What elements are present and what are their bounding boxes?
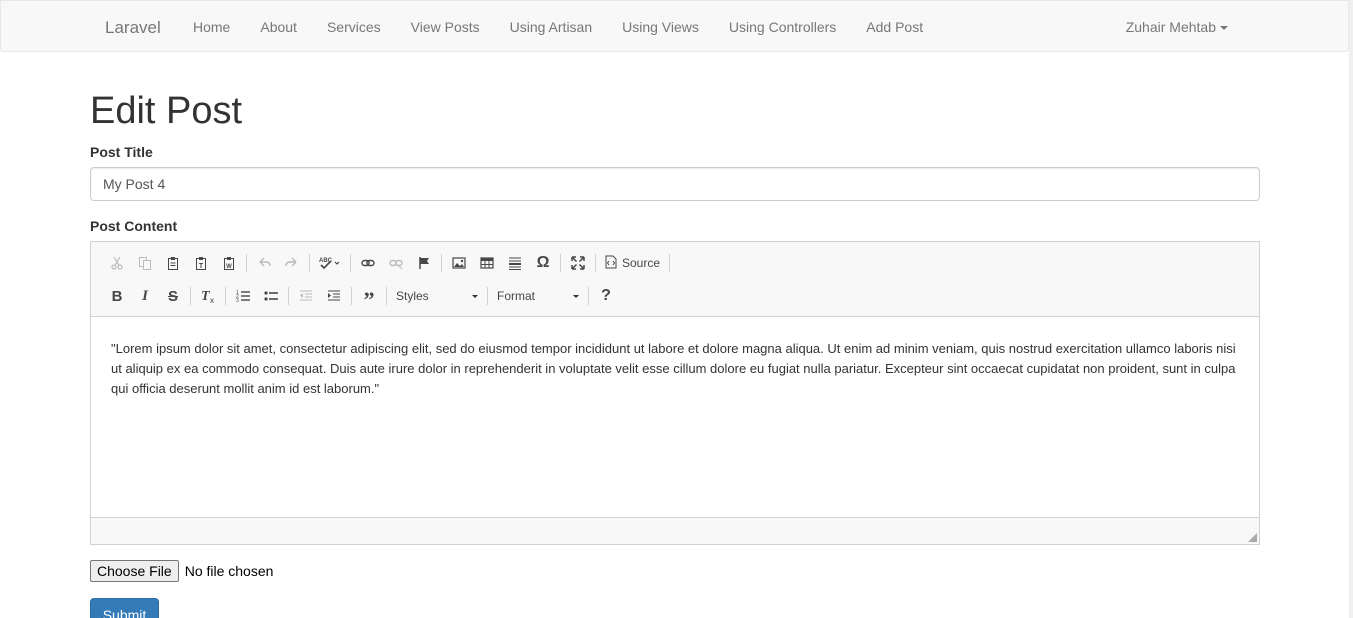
numbered-list-icon[interactable]: 123 [229,284,257,308]
toolbar-separator [669,254,671,272]
link-icon[interactable] [354,251,382,275]
toolbar-separator [351,287,352,305]
redo-icon[interactable] [278,251,306,275]
copy-icon[interactable] [131,251,159,275]
submit-button[interactable]: Submit [90,598,159,618]
nav-links: Home About Services View Posts Using Art… [193,19,953,35]
post-title-label: Post Title [90,144,153,160]
image-icon[interactable] [445,251,473,275]
decrease-indent-icon[interactable] [292,284,320,308]
paste-icon[interactable] [159,251,187,275]
toolbar-separator [386,287,387,305]
special-char-icon[interactable]: Ω [529,251,557,275]
file-input: Choose File No file chosen [90,560,273,582]
source-icon [605,255,617,272]
choose-file-button[interactable]: Choose File [90,560,179,582]
svg-text:W: W [226,264,232,270]
italic-icon[interactable]: I [131,284,159,308]
format-label: Format [497,289,536,303]
toolbar-separator [487,287,488,305]
styles-dropdown[interactable]: Styles [390,284,484,308]
nav-link-about[interactable]: About [260,19,297,35]
unlink-icon[interactable] [382,251,410,275]
toolbar-separator [441,254,442,272]
nav-link-services[interactable]: Services [327,19,381,35]
nav-link-using-views[interactable]: Using Views [622,19,699,35]
styles-label: Styles [396,289,429,303]
toolbar-separator [309,254,310,272]
bulleted-list-icon[interactable] [257,284,285,308]
maximize-icon[interactable] [564,251,592,275]
toolbar-separator [225,287,226,305]
blockquote-icon[interactable]: ” [355,284,383,312]
increase-indent-icon[interactable] [320,284,348,308]
user-name: Zuhair Mehtab [1125,19,1216,35]
brand-link[interactable]: Laravel [105,18,161,38]
format-dropdown-arrow-icon [573,294,579,298]
toolbar-row-1: T W ABC Ω Source [103,251,673,275]
format-dropdown[interactable]: Format [491,284,585,308]
toolbar-separator [288,287,289,305]
source-button[interactable]: Source [599,251,666,275]
svg-text:3: 3 [236,298,239,303]
nav-link-using-controllers[interactable]: Using Controllers [729,19,836,35]
toolbar-separator [246,254,247,272]
source-label: Source [622,256,661,270]
rich-text-editor: T W ABC Ω Source B I S T x 1 2 3 ” Style… [90,241,1260,545]
svg-text:T: T [199,263,204,270]
undo-icon[interactable] [250,251,278,275]
spellcheck-icon[interactable]: ABC [313,251,347,275]
nav-link-using-artisan[interactable]: Using Artisan [510,19,592,35]
window-scrollbar[interactable] [1349,0,1353,618]
nav-link-add-post[interactable]: Add Post [866,19,923,35]
nav-link-home[interactable]: Home [193,19,230,35]
editor-toolbar: T W ABC Ω Source B I S T x 1 2 3 ” Style… [91,242,1259,317]
post-content-label: Post Content [90,218,178,234]
toolbar-separator [190,287,191,305]
user-menu-toggle[interactable]: Zuhair Mehtab [1126,19,1228,35]
toolbar-separator [560,254,561,272]
cut-icon[interactable] [103,251,131,275]
navbar: Laravel Home About Services View Posts U… [0,0,1349,52]
table-icon[interactable] [473,251,501,275]
post-title-input[interactable] [90,167,1260,201]
anchor-icon[interactable] [410,251,438,275]
toolbar-separator [595,254,596,272]
bold-icon[interactable]: B [103,284,131,308]
paste-text-icon[interactable]: T [187,251,215,275]
file-status-text: No file chosen [184,563,274,579]
strikethrough-icon[interactable]: S [159,284,187,308]
resize-grip-icon[interactable] [1248,533,1257,542]
nav-link-view-posts[interactable]: View Posts [411,19,480,35]
toolbar-separator [350,254,351,272]
svg-text:x: x [210,296,214,304]
editor-content-area[interactable]: "Lorem ipsum dolor sit amet, consectetur… [111,339,1241,399]
toolbar-row-2: B I S Tx 123 ” Styles Format ? [103,284,620,312]
help-icon[interactable]: ? [592,284,620,308]
toolbar-separator [588,287,589,305]
editor-footer [91,517,1259,544]
paste-word-icon[interactable]: W [215,251,243,275]
horizontal-rule-icon[interactable] [501,251,529,275]
caret-down-icon [1220,26,1228,30]
styles-dropdown-arrow-icon [472,294,478,298]
remove-format-icon[interactable]: Tx [194,284,222,308]
page-title: Edit Post [90,90,243,132]
